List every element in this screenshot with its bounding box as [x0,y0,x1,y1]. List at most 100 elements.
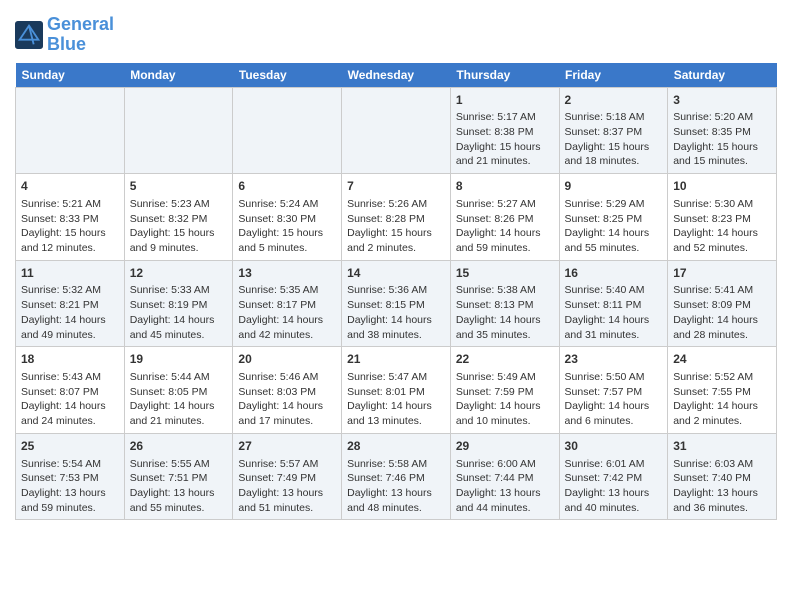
calendar-cell [124,87,233,174]
day-detail: Sunrise: 5:40 AM Sunset: 8:11 PM Dayligh… [565,283,663,342]
calendar-cell: 18Sunrise: 5:43 AM Sunset: 8:07 PM Dayli… [16,347,125,434]
calendar-cell: 26 Sunrise: 5:55 AM Sunset: 7:51 PM Dayli… [124,433,233,520]
day-number: 21 [347,351,445,368]
day-number: 12 [130,265,228,282]
calendar-cell: 10 Sunrise: 5:30 AM Sunset: 8:23 PM Dayli… [668,174,777,261]
day-number: 17 [673,265,771,282]
day-number: 29 [456,438,554,455]
day-detail: Sunrise: 6:01 AM Sunset: 7:42 PM Dayligh… [565,457,663,516]
day-number: 31 [673,438,771,455]
day-number: 3 [673,92,771,109]
calendar-cell: 19Sunrise: 5:44 AM Sunset: 8:05 PM Dayli… [124,347,233,434]
day-detail: Sunrise: 5:24 AM Sunset: 8:30 PM Dayligh… [238,197,336,256]
day-detail: Sunrise: 5:20 AM Sunset: 8:35 PM Dayligh… [673,110,771,169]
calendar-cell: 30 Sunrise: 6:01 AM Sunset: 7:42 PM Dayli… [559,433,668,520]
day-number: 10 [673,178,771,195]
calendar-cell: 17Sunrise: 5:41 AM Sunset: 8:09 PM Dayli… [668,260,777,347]
day-detail: Sunrise: 5:41 AM Sunset: 8:09 PM Dayligh… [673,283,771,342]
calendar-cell: 16Sunrise: 5:40 AM Sunset: 8:11 PM Dayli… [559,260,668,347]
day-number: 4 [21,178,119,195]
calendar-body: 1Sunrise: 5:17 AM Sunset: 8:38 PM Daylig… [16,87,777,520]
calendar-cell: 21 Sunrise: 5:47 AM Sunset: 8:01 PM Dayli… [342,347,451,434]
calendar-cell: 27Sunrise: 5:57 AM Sunset: 7:49 PM Dayli… [233,433,342,520]
day-detail: Sunrise: 5:18 AM Sunset: 8:37 PM Dayligh… [565,110,663,169]
calendar-week-5: 25 Sunrise: 5:54 AM Sunset: 7:53 PM Dayli… [16,433,777,520]
day-detail: Sunrise: 6:00 AM Sunset: 7:44 PM Dayligh… [456,457,554,516]
header-wednesday: Wednesday [342,63,451,88]
day-number: 30 [565,438,663,455]
day-detail: Sunrise: 5:27 AM Sunset: 8:26 PM Dayligh… [456,197,554,256]
day-number: 1 [456,92,554,109]
calendar-cell: 3Sunrise: 5:20 AM Sunset: 8:35 PM Daylig… [668,87,777,174]
calendar-cell: 24 Sunrise: 5:52 AM Sunset: 7:55 PM Dayli… [668,347,777,434]
day-number: 28 [347,438,445,455]
day-number: 2 [565,92,663,109]
day-detail: Sunrise: 5:50 AM Sunset: 7:57 PM Dayligh… [565,370,663,429]
day-detail: Sunrise: 5:44 AM Sunset: 8:05 PM Dayligh… [130,370,228,429]
day-number: 24 [673,351,771,368]
day-number: 11 [21,265,119,282]
calendar-cell: 9 Sunrise: 5:29 AM Sunset: 8:25 PM Daylig… [559,174,668,261]
calendar-cell [233,87,342,174]
calendar-week-2: 4 Sunrise: 5:21 AM Sunset: 8:33 PM Daylig… [16,174,777,261]
calendar-cell: 12Sunrise: 5:33 AM Sunset: 8:19 PM Dayli… [124,260,233,347]
calendar-cell: 11Sunrise: 5:32 AM Sunset: 8:21 PM Dayli… [16,260,125,347]
calendar-cell: 23 Sunrise: 5:50 AM Sunset: 7:57 PM Dayli… [559,347,668,434]
day-detail: Sunrise: 5:38 AM Sunset: 8:13 PM Dayligh… [456,283,554,342]
calendar-week-3: 11Sunrise: 5:32 AM Sunset: 8:21 PM Dayli… [16,260,777,347]
calendar-cell: 6 Sunrise: 5:24 AM Sunset: 8:30 PM Daylig… [233,174,342,261]
day-detail: Sunrise: 5:32 AM Sunset: 8:21 PM Dayligh… [21,283,119,342]
calendar-cell: 22Sunrise: 5:49 AM Sunset: 7:59 PM Dayli… [450,347,559,434]
day-detail: Sunrise: 5:55 AM Sunset: 7:51 PM Dayligh… [130,457,228,516]
day-number: 26 [130,438,228,455]
calendar-cell: 13Sunrise: 5:35 AM Sunset: 8:17 PM Dayli… [233,260,342,347]
day-number: 23 [565,351,663,368]
day-detail: Sunrise: 5:43 AM Sunset: 8:07 PM Dayligh… [21,370,119,429]
day-number: 8 [456,178,554,195]
day-number: 9 [565,178,663,195]
day-number: 16 [565,265,663,282]
logo-icon [15,21,43,49]
calendar-header: SundayMondayTuesdayWednesdayThursdayFrid… [16,63,777,88]
day-number: 6 [238,178,336,195]
header-thursday: Thursday [450,63,559,88]
calendar-cell: 7Sunrise: 5:26 AM Sunset: 8:28 PM Daylig… [342,174,451,261]
day-detail: Sunrise: 5:54 AM Sunset: 7:53 PM Dayligh… [21,457,119,516]
day-number: 20 [238,351,336,368]
calendar-cell: 29 Sunrise: 6:00 AM Sunset: 7:44 PM Dayli… [450,433,559,520]
calendar-table: SundayMondayTuesdayWednesdayThursdayFrid… [15,63,777,521]
header-row: SundayMondayTuesdayWednesdayThursdayFrid… [16,63,777,88]
day-detail: Sunrise: 5:35 AM Sunset: 8:17 PM Dayligh… [238,283,336,342]
day-detail: Sunrise: 5:49 AM Sunset: 7:59 PM Dayligh… [456,370,554,429]
calendar-cell: 1Sunrise: 5:17 AM Sunset: 8:38 PM Daylig… [450,87,559,174]
day-detail: Sunrise: 5:17 AM Sunset: 8:38 PM Dayligh… [456,110,554,169]
day-detail: Sunrise: 6:03 AM Sunset: 7:40 PM Dayligh… [673,457,771,516]
day-number: 25 [21,438,119,455]
calendar-cell: 4 Sunrise: 5:21 AM Sunset: 8:33 PM Daylig… [16,174,125,261]
day-detail: Sunrise: 5:26 AM Sunset: 8:28 PM Dayligh… [347,197,445,256]
logo-text: GeneralBlue [47,15,114,55]
header-monday: Monday [124,63,233,88]
calendar-cell: 2Sunrise: 5:18 AM Sunset: 8:37 PM Daylig… [559,87,668,174]
calendar-cell: 8 Sunrise: 5:27 AM Sunset: 8:26 PM Daylig… [450,174,559,261]
logo: GeneralBlue [15,15,114,55]
day-number: 5 [130,178,228,195]
calendar-cell: 15Sunrise: 5:38 AM Sunset: 8:13 PM Dayli… [450,260,559,347]
calendar-cell: 28 Sunrise: 5:58 AM Sunset: 7:46 PM Dayli… [342,433,451,520]
day-detail: Sunrise: 5:21 AM Sunset: 8:33 PM Dayligh… [21,197,119,256]
header-sunday: Sunday [16,63,125,88]
header-friday: Friday [559,63,668,88]
day-detail: Sunrise: 5:29 AM Sunset: 8:25 PM Dayligh… [565,197,663,256]
day-number: 13 [238,265,336,282]
day-detail: Sunrise: 5:52 AM Sunset: 7:55 PM Dayligh… [673,370,771,429]
calendar-cell: 14Sunrise: 5:36 AM Sunset: 8:15 PM Dayli… [342,260,451,347]
day-detail: Sunrise: 5:58 AM Sunset: 7:46 PM Dayligh… [347,457,445,516]
day-detail: Sunrise: 5:30 AM Sunset: 8:23 PM Dayligh… [673,197,771,256]
day-number: 27 [238,438,336,455]
day-detail: Sunrise: 5:46 AM Sunset: 8:03 PM Dayligh… [238,370,336,429]
day-detail: Sunrise: 5:47 AM Sunset: 8:01 PM Dayligh… [347,370,445,429]
calendar-cell: 31 Sunrise: 6:03 AM Sunset: 7:40 PM Dayli… [668,433,777,520]
calendar-cell: 20 Sunrise: 5:46 AM Sunset: 8:03 PM Dayli… [233,347,342,434]
calendar-cell [342,87,451,174]
day-detail: Sunrise: 5:33 AM Sunset: 8:19 PM Dayligh… [130,283,228,342]
